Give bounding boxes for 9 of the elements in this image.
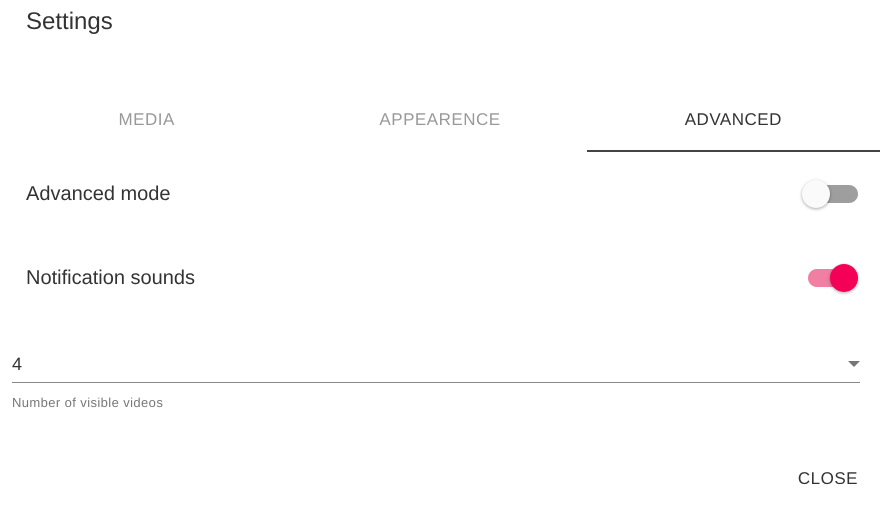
toggle-label: Notification sounds [26, 266, 195, 290]
select-field[interactable]: 4 [12, 346, 860, 383]
dropdown-caret-icon [848, 361, 860, 367]
toggle-switch[interactable] [804, 179, 860, 209]
toggle-label: Advanced mode [26, 182, 171, 206]
close-button[interactable]: CLOSE [796, 466, 860, 492]
tab[interactable]: ADVANCED [586, 90, 880, 152]
dialog-title: Settings [25, 7, 114, 37]
helper-text: Number of visible videos [12, 395, 164, 410]
